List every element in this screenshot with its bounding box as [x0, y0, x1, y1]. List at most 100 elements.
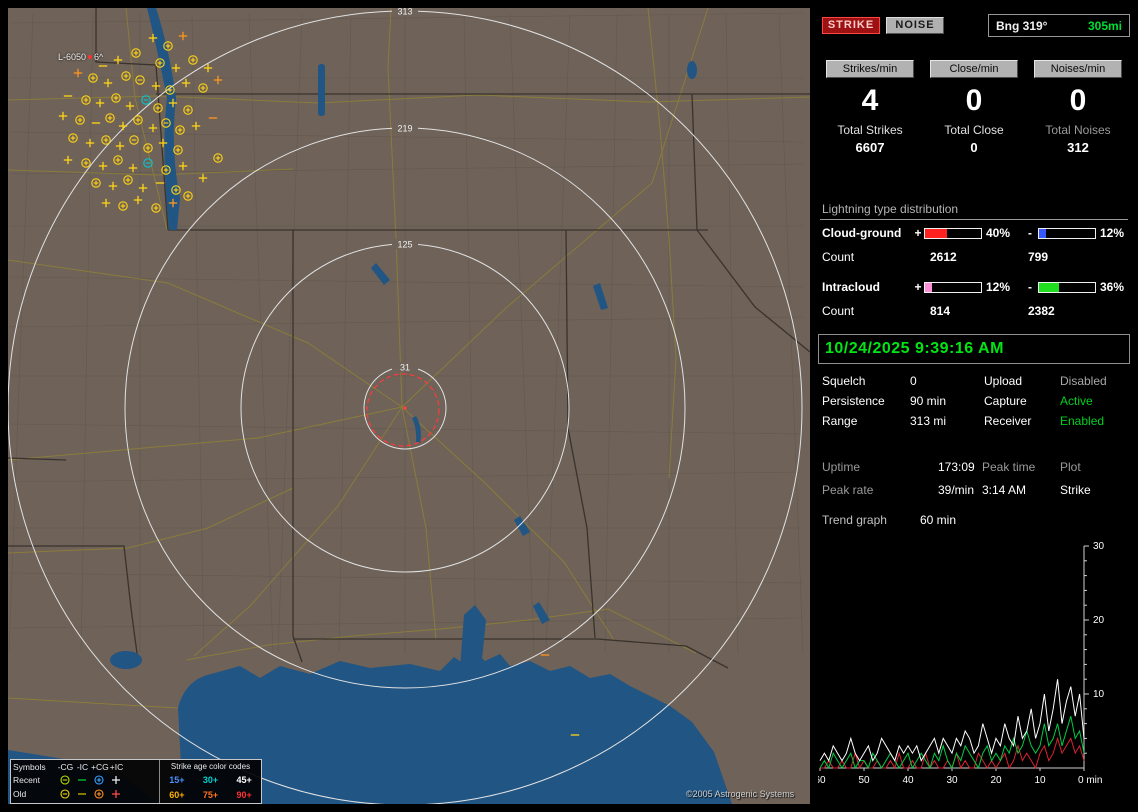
ic-negative-pct: 36% — [1100, 280, 1125, 294]
cg-positive-count: 2612 — [930, 250, 957, 264]
svg-text:31: 31 — [400, 363, 410, 373]
receiver-status: Enabled — [1060, 414, 1105, 428]
age-90: 90+ — [236, 789, 252, 800]
plus-sign: + — [914, 280, 922, 294]
pos-ic-old-icon — [112, 790, 120, 798]
count-label: Count — [822, 304, 855, 318]
storm-cell-label: L-6050 6^ — [58, 52, 103, 62]
cell-count: 6^ — [94, 52, 104, 62]
close-per-min-value: 0 — [965, 84, 983, 117]
age-15: 15+ — [169, 774, 185, 785]
minus-sign: - — [1028, 226, 1032, 240]
svg-text:0 min: 0 min — [1078, 775, 1102, 786]
strikes-per-min-value: 4 — [861, 84, 879, 117]
peak-time-value: 3:14 AM — [982, 483, 1027, 497]
legend-old-label: Old — [13, 789, 27, 799]
svg-text:20: 20 — [990, 775, 1002, 786]
cg-negative-bar — [1038, 227, 1096, 239]
neg-cg-recent-icon — [60, 775, 70, 785]
trend-graph-window: 60 min — [920, 513, 957, 527]
total-strikes-value: 6607 — [855, 140, 885, 155]
ic-positive-pct: 12% — [986, 280, 1011, 294]
svg-text:30: 30 — [946, 775, 958, 786]
total-strikes-label: Total Strikes — [837, 123, 903, 137]
noises-per-min-value: 0 — [1069, 84, 1087, 117]
bearing-value: Bng 319° — [996, 18, 1048, 33]
settings-row-persistence: Persistence 90 min Capture Active — [818, 394, 1130, 414]
age-45: 45+ — [236, 774, 252, 785]
capture-label: Capture — [984, 394, 1027, 408]
cg-negative-count: 799 — [1028, 250, 1049, 264]
svg-text:30: 30 — [1093, 541, 1105, 552]
plot-label: Plot — [1060, 460, 1081, 474]
app-window: 313 219 125 31 L-6050 6^ Symbols -CG -IC +C… — [0, 0, 1138, 812]
range-value: 313 mi — [910, 414, 947, 428]
plus-sign: + — [914, 226, 922, 240]
intracloud-label: Intracloud — [822, 280, 881, 294]
neg-ic-recent-icon — [78, 779, 86, 781]
trend-graph-label: Trend graph — [822, 513, 887, 527]
svg-text:50: 50 — [858, 775, 870, 786]
cloud-ground-row: Cloud-ground + 40% - 12% — [822, 226, 1128, 240]
age-30: 30+ — [202, 774, 219, 785]
receiver-label: Receiver — [984, 414, 1032, 428]
close-per-min-button[interactable]: Close/min — [930, 60, 1018, 78]
legend-col-neg-ic: -IC — [76, 762, 89, 772]
noise-indicator[interactable]: NOISE — [886, 17, 944, 34]
cg-positive-pct: 40% — [986, 226, 1011, 240]
distribution-divider — [820, 219, 1128, 220]
bearing-display: Bng 319° 305mi — [988, 14, 1130, 37]
squelch-label: Squelch — [822, 374, 866, 388]
minus-sign: - — [1028, 280, 1032, 294]
distance-value: 305mi — [1087, 18, 1122, 33]
legend-age-header: Strike age color codes — [170, 762, 251, 771]
cg-negative-pct: 12% — [1100, 226, 1125, 240]
noises-meter: Noises/min 0 Total Noises 312 — [1026, 60, 1130, 155]
svg-text:60: 60 — [818, 775, 826, 786]
ic-negative-bar — [1038, 281, 1096, 293]
lightning-map[interactable]: 313 219 125 31 L-6050 6^ Symbols -CG -IC +C… — [8, 8, 810, 804]
status-row-peak: Peak rate 39/min 3:14 AM Strike — [818, 483, 1130, 503]
peak-time-label: Peak time — [982, 460, 1036, 474]
legend-recent-label: Recent — [13, 775, 40, 785]
legend-symbols-section: Symbols -CG -IC +CG +IC Recent Old — [11, 760, 159, 803]
close-meter: Close/min 0 Total Close 0 — [922, 60, 1026, 155]
legend-symbols-header: Symbols — [13, 762, 46, 772]
total-noises-label: Total Noises — [1045, 123, 1111, 137]
map-canvas: 313 219 125 31 — [8, 8, 810, 804]
strike-dot-icon — [88, 55, 93, 59]
rate-meters: Strikes/min 4 Total Strikes 6607 Close/m… — [818, 60, 1130, 155]
cloud-ground-label: Cloud-ground — [822, 226, 902, 240]
svg-text:20: 20 — [1093, 615, 1105, 626]
noises-per-min-button[interactable]: Noises/min — [1034, 60, 1122, 78]
cg-positive-bar — [924, 227, 982, 239]
trend-graph: 10 20 30 60 50 40 30 20 10 0 min — [818, 541, 1105, 786]
range-label: Range — [822, 414, 858, 428]
legend-age-section: Strike age color codes 15+ 30+ 45+ 60+ 7… — [159, 760, 261, 803]
legend-col-pos-ic: +IC — [109, 762, 124, 772]
strike-indicator[interactable]: STRIKE — [822, 17, 880, 34]
total-close-value: 0 — [970, 140, 978, 155]
legend-col-pos-cg: +CG — [91, 762, 109, 772]
upload-status: Disabled — [1060, 374, 1107, 388]
capture-status: Active — [1060, 394, 1093, 408]
neg-ic-old-icon — [78, 793, 86, 795]
persistence-label: Persistence — [822, 394, 885, 408]
ic-positive-count: 814 — [930, 304, 951, 318]
peak-rate-label: Peak rate — [822, 483, 874, 497]
cell-id: L-6050 — [58, 52, 87, 62]
total-noises-value: 312 — [1067, 140, 1089, 155]
pos-cg-recent-icon — [94, 775, 104, 785]
svg-text:125: 125 — [397, 240, 412, 250]
plot-value: Strike — [1060, 483, 1091, 497]
clock-display: 10/24/2025 9:39:16 AM — [818, 334, 1130, 364]
strikes-per-min-button[interactable]: Strikes/min — [826, 60, 914, 78]
uptime-value: 173:09 — [938, 460, 975, 474]
legend-col-neg-cg: -CG — [57, 762, 74, 772]
svg-text:10: 10 — [1034, 775, 1046, 786]
settings-row-range: Range 313 mi Receiver Enabled — [818, 414, 1130, 434]
svg-text:10: 10 — [1093, 689, 1105, 700]
status-row-uptime: Uptime 173:09 Peak time Plot — [818, 460, 1130, 480]
settings-row-squelch: Squelch 0 Upload Disabled — [818, 374, 1130, 394]
cloud-ground-count-row: Count 2612 799 — [822, 250, 1128, 264]
